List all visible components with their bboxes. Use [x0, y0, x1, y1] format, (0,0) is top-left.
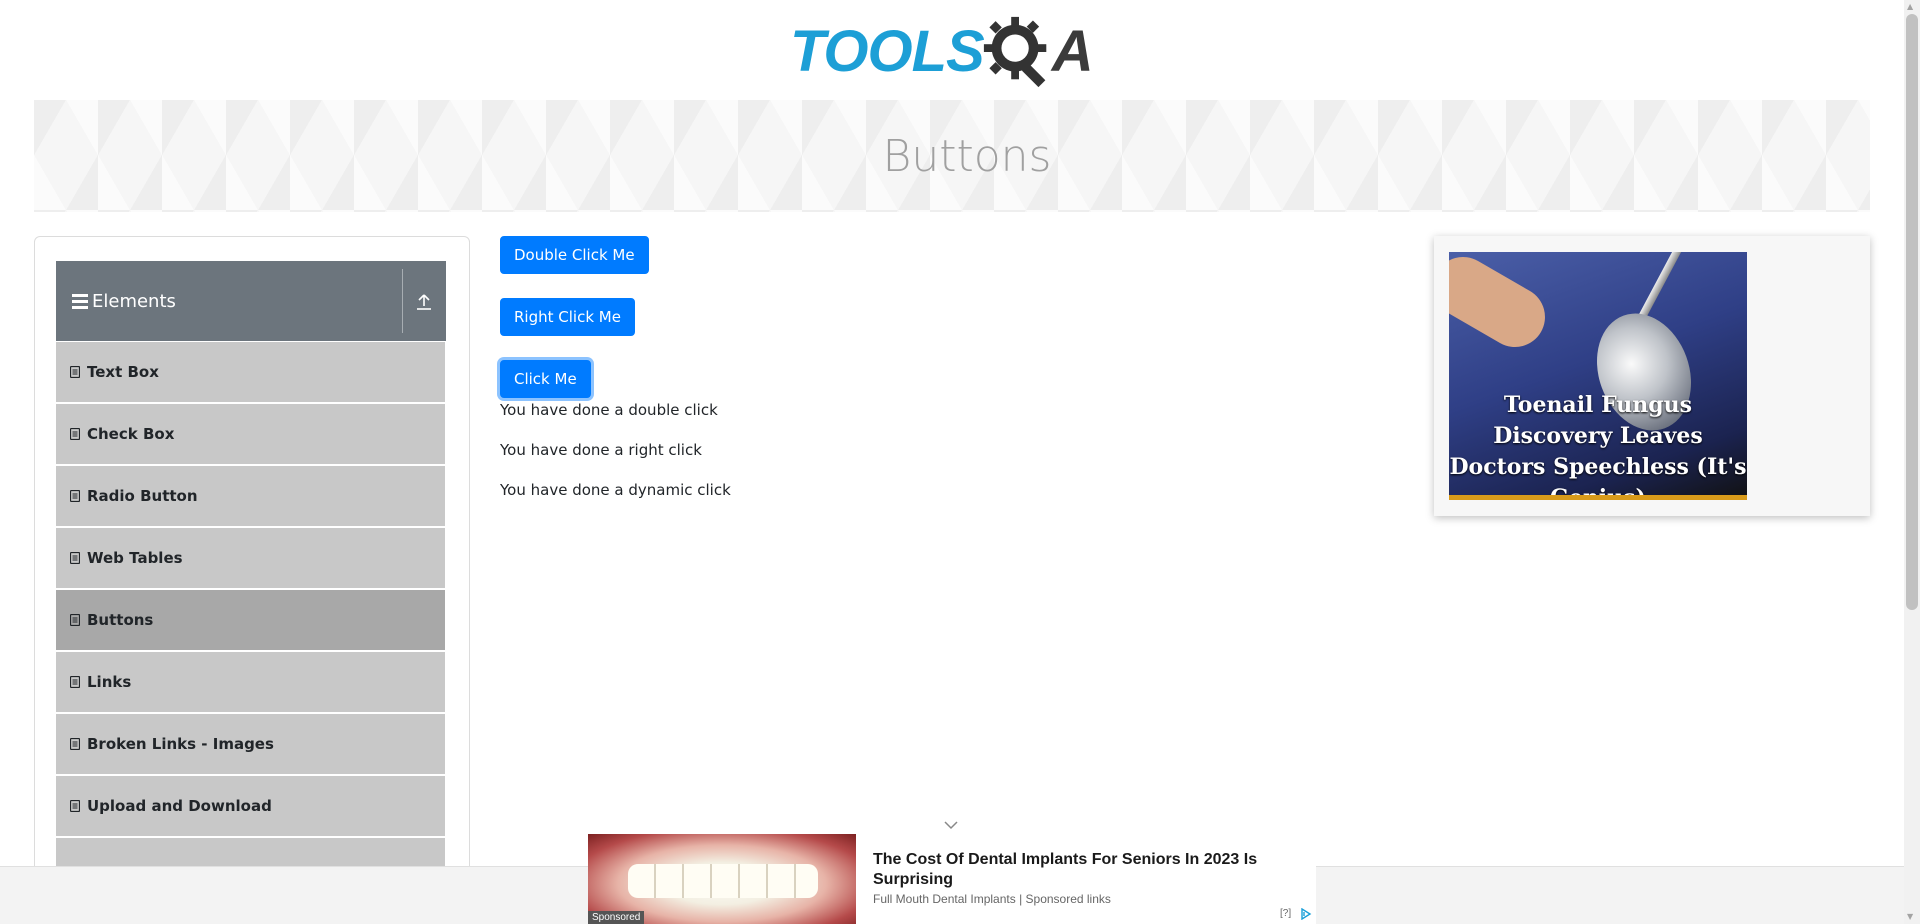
gear-magnifier-icon — [983, 16, 1047, 87]
page-banner: Buttons — [34, 100, 1870, 212]
dynamic-click-message: You have done a dynamic click — [500, 481, 731, 499]
scroll-up-arrow-icon[interactable]: ▲ — [1907, 2, 1913, 11]
side-ad-caption: Toenail Fungus Discovery Leaves Doctors … — [1449, 392, 1747, 500]
adchoices-icon[interactable] — [1300, 908, 1312, 920]
sidebar-item-upload-download[interactable]: Upload and Download — [56, 776, 445, 838]
bottom-ad-title[interactable]: The Cost Of Dental Implants For Seniors … — [873, 850, 1293, 890]
click-me-button[interactable]: Click Me — [500, 360, 591, 398]
sidebar-item-next[interactable] — [56, 838, 445, 868]
sidebar-item-label: Check Box — [87, 425, 175, 443]
sidebar-menu: Text Box Check Box Radio Button Web Tabl… — [56, 342, 445, 868]
elements-group-header[interactable]: Elements — [56, 261, 446, 341]
scrollbar-thumb[interactable] — [1906, 14, 1918, 610]
double-click-button[interactable]: Double Click Me — [500, 236, 649, 274]
double-click-message: You have done a double click — [500, 401, 718, 419]
bottom-ad-source: Full Mouth Dental Implants | Sponsored l… — [873, 892, 1111, 906]
sidebar-item-label: Text Box — [87, 363, 159, 381]
chevron-down-icon[interactable] — [944, 818, 958, 832]
ad-finger-shape — [1449, 252, 1556, 358]
sidebar-item-check-box[interactable]: Check Box — [56, 404, 445, 466]
sidebar-item-web-tables[interactable]: Web Tables — [56, 528, 445, 590]
group-title: Elements — [92, 290, 176, 312]
ad-stripe — [1449, 495, 1747, 500]
toolsqa-logo[interactable]: TOOLS A — [790, 14, 1115, 89]
sponsored-tag: Sponsored — [588, 911, 645, 924]
sidebar-item-links[interactable]: Links — [56, 652, 445, 714]
sidebar-item-buttons[interactable]: Buttons — [56, 590, 445, 652]
scroll-down-arrow-icon[interactable]: ▼ — [1907, 912, 1913, 921]
sidebar-item-label: Web Tables — [87, 549, 183, 567]
logo-suffix: A — [1051, 18, 1094, 84]
document-icon — [70, 490, 80, 502]
document-icon — [70, 738, 80, 750]
sidebar-item-radio-button[interactable]: Radio Button — [56, 466, 445, 528]
sidebar-item-text-box[interactable]: Text Box — [56, 342, 445, 404]
document-icon — [70, 676, 80, 688]
document-icon — [70, 614, 80, 626]
teeth-shape — [628, 864, 818, 898]
ad-info-link[interactable]: [?] — [1280, 908, 1291, 919]
document-icon — [70, 428, 80, 440]
sidebar-item-label: Buttons — [87, 611, 154, 629]
right-click-message: You have done a right click — [500, 441, 702, 459]
collapse-arrow-icon[interactable] — [416, 293, 432, 311]
side-ad-image[interactable]: Toenail Fungus Discovery Leaves Doctors … — [1449, 252, 1747, 500]
document-icon — [70, 552, 80, 564]
document-icon — [70, 366, 80, 378]
menu-icon — [72, 293, 88, 309]
document-icon — [70, 800, 80, 812]
logo-text: TOOLS — [790, 18, 985, 84]
page-title: Buttons — [882, 130, 1052, 182]
sidebar-item-broken-links[interactable]: Broken Links - Images — [56, 714, 445, 776]
bottom-ad-image[interactable]: Sponsored — [588, 834, 856, 924]
bottom-ad[interactable]: Sponsored The Cost Of Dental Implants Fo… — [588, 834, 1316, 924]
sidebar-item-label: Links — [87, 673, 132, 691]
sidebar-item-label: Radio Button — [87, 487, 198, 505]
sidebar-item-label: Broken Links - Images — [87, 735, 274, 753]
header-divider — [402, 269, 403, 333]
right-click-button[interactable]: Right Click Me — [500, 298, 635, 336]
sidebar-item-label: Upload and Download — [87, 797, 272, 815]
